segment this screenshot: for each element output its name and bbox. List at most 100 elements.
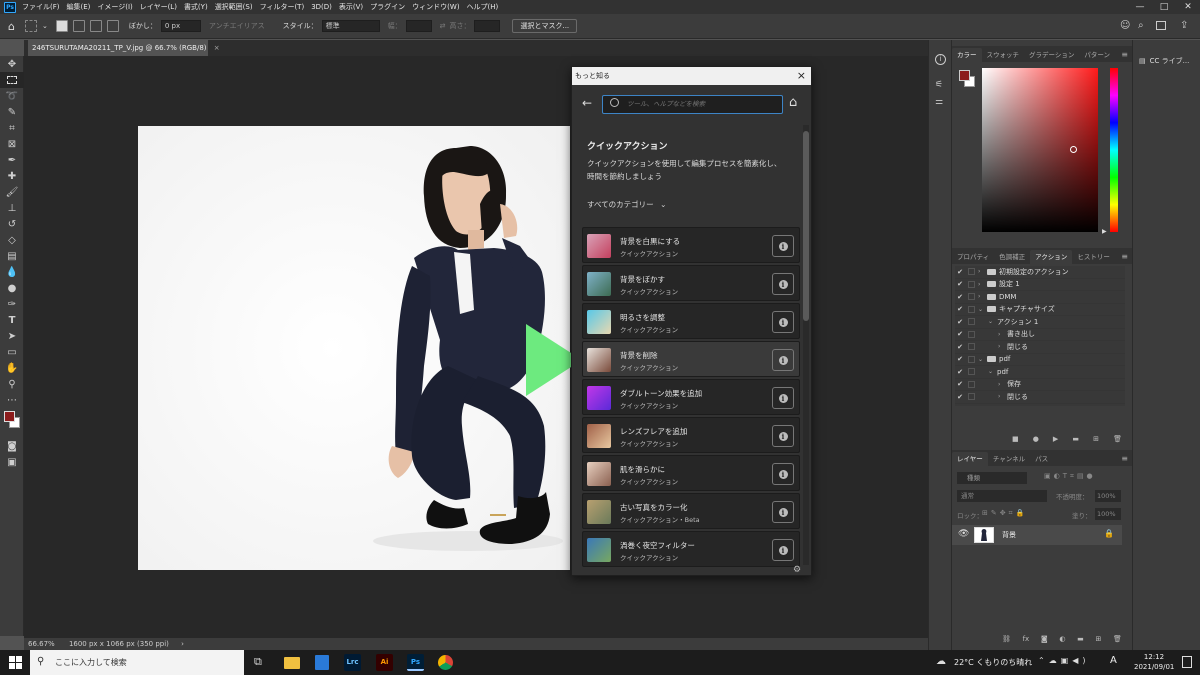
action-row[interactable]: ✔ ⌄ pdf — [955, 366, 1125, 379]
color-tab-1[interactable]: スウォッチ — [982, 48, 1025, 62]
action-tab-0[interactable]: プロパティ — [952, 250, 994, 264]
opacity-input[interactable]: 100% — [1095, 490, 1121, 502]
clone-stamp-tool-icon[interactable]: ⊥ — [0, 200, 24, 216]
chevron-down-icon[interactable]: ⌄ — [978, 356, 987, 363]
color-picker-handle[interactable] — [1070, 146, 1077, 153]
visibility-eye-icon[interactable]: 👁 — [958, 529, 969, 539]
dodge-tool-icon[interactable]: ● — [0, 280, 24, 296]
menu-item-7[interactable]: 3D(D) — [311, 3, 332, 11]
menu-item-8[interactable]: 表示(V) — [339, 2, 363, 12]
eyedropper-tool-icon[interactable]: ✒ — [0, 152, 24, 168]
dialog-toggle[interactable] — [968, 280, 975, 288]
play-icon[interactable]: ▶ — [1053, 435, 1058, 443]
close-tab-icon[interactable]: × — [214, 44, 220, 52]
file-explorer-icon[interactable] — [284, 657, 300, 669]
fill-input[interactable]: 100% — [1095, 508, 1121, 520]
quick-action-card[interactable]: 明るさを調整 クイックアクション i — [582, 303, 800, 339]
action-row[interactable]: ✔ › 閉じる — [955, 391, 1125, 404]
trash-icon[interactable]: 🗑 — [1113, 435, 1122, 443]
chevron-right-icon[interactable]: › — [998, 381, 1007, 388]
new-selection-icon[interactable] — [55, 20, 68, 32]
dialog-toggle[interactable] — [968, 293, 975, 301]
foreground-color-swatch[interactable] — [4, 411, 15, 422]
info-button[interactable]: i — [772, 273, 794, 295]
chevron-down-icon[interactable]: ⌄ — [978, 306, 987, 313]
marquee-tool-icon[interactable] — [0, 72, 24, 88]
brush-tool-icon[interactable]: 🖌 — [0, 184, 24, 200]
action-tab-1[interactable]: 色調補正 — [994, 250, 1030, 264]
minimize-button[interactable]: — — [1128, 0, 1152, 14]
action-tab-2[interactable]: アクション — [1030, 250, 1073, 264]
chevron-right-icon[interactable]: › — [998, 393, 1007, 400]
learn-icon[interactable]: i — [935, 54, 946, 65]
chevron-down-icon[interactable]: ⌄ — [42, 22, 48, 30]
quick-action-card[interactable]: 背景を白黒にする クイックアクション i — [582, 227, 800, 263]
menu-item-6[interactable]: フィルター(T) — [260, 2, 305, 12]
action-row[interactable]: ✔ › 閉じる — [955, 341, 1125, 354]
chevron-right-icon[interactable]: › — [978, 268, 987, 275]
action-row[interactable]: ✔ › 設定 1 — [955, 279, 1125, 291]
close-window-button[interactable]: ✕ — [1176, 0, 1200, 14]
menu-item-2[interactable]: イメージ(I) — [97, 2, 132, 12]
info-button[interactable]: i — [772, 425, 794, 447]
check-icon[interactable]: ✔ — [955, 318, 965, 326]
hue-slider[interactable] — [1110, 68, 1118, 232]
panel-menu-icon[interactable]: ≡ — [1121, 250, 1128, 264]
discover-search-input[interactable]: ツール、ヘルプなどを検索 — [602, 95, 783, 114]
quick-action-card[interactable]: レンズフレアを追加 クイックアクション i — [582, 417, 800, 453]
menu-item-11[interactable]: ヘルプ(H) — [467, 2, 499, 12]
dialog-toggle[interactable] — [968, 368, 975, 376]
lock-icons[interactable]: ⊞✎✥⌗🔒 — [982, 509, 1027, 518]
healing-brush-tool-icon[interactable]: ✚ — [0, 168, 24, 184]
chevron-right-icon[interactable]: › — [998, 343, 1007, 350]
quick-action-card[interactable]: ダブルトーン効果を追加 クイックアクション i — [582, 379, 800, 415]
stop-icon[interactable]: ■ — [1012, 435, 1019, 443]
layer-filter-icons[interactable]: ▣◐T⌗▤● — [1044, 472, 1096, 481]
check-icon[interactable]: ✔ — [955, 330, 965, 338]
feather-input[interactable]: 0 px — [160, 20, 201, 32]
move-tool-icon[interactable]: ✥ — [0, 56, 24, 72]
document-tab[interactable]: 246TSURUTAMA20211_TP_V.jpg @ 66.7% (RGB/… — [28, 40, 220, 56]
fx-icon[interactable]: fx — [1023, 635, 1030, 643]
info-button[interactable]: i — [772, 463, 794, 485]
layer-tab-2[interactable]: パス — [1030, 452, 1053, 466]
marquee-preset-icon[interactable] — [24, 20, 37, 32]
adjustments-icon[interactable]: ⚌ — [935, 97, 943, 107]
add-selection-icon[interactable] — [72, 20, 85, 32]
system-tray-icons[interactable]: ⌃☁▣◀) — [1038, 656, 1090, 665]
dialog-toggle[interactable] — [968, 318, 975, 326]
dialog-toggle[interactable] — [968, 380, 975, 388]
eraser-tool-icon[interactable]: ◇ — [0, 232, 24, 248]
menu-item-5[interactable]: 選択範囲(S) — [215, 2, 253, 12]
color-tab-3[interactable]: パターン — [1079, 48, 1115, 62]
workspace-icon[interactable] — [1156, 21, 1166, 30]
foreground-color-swatch[interactable] — [959, 70, 970, 81]
brush-settings-icon[interactable]: ⚟ — [935, 80, 943, 90]
new-action-icon[interactable]: ⊞ — [1093, 435, 1099, 443]
weather-text[interactable]: 22°C くもりのち晴れ — [954, 657, 1032, 668]
check-icon[interactable]: ✔ — [955, 393, 965, 401]
link-icon[interactable]: ⛓ — [1002, 635, 1011, 643]
type-tool-icon[interactable]: T — [0, 312, 24, 328]
check-icon[interactable]: ✔ — [955, 305, 965, 313]
action-row[interactable]: ✔ ⌄ pdf — [955, 354, 1125, 366]
style-select[interactable]: 標準 — [321, 20, 380, 32]
adjustment-layer-icon[interactable]: ◐ — [1059, 635, 1065, 643]
search-icon[interactable]: ⌕ — [1138, 20, 1144, 31]
select-and-mask-button[interactable]: 選択とマスク... — [512, 19, 578, 33]
menu-item-4[interactable]: 書式(Y) — [184, 2, 208, 12]
maximize-button[interactable]: □ — [1152, 0, 1176, 14]
blend-mode-select[interactable]: 通常 — [957, 490, 1047, 502]
quick-action-card[interactable]: 渦巻く夜空フィルター クイックアクション i — [582, 531, 800, 567]
settings-gear-icon[interactable]: ⚙ — [793, 565, 801, 575]
chevron-down-icon[interactable]: ⌄ — [988, 318, 997, 325]
antialias-checkbox[interactable]: アンチエイリアス — [209, 21, 265, 31]
info-button[interactable]: i — [772, 311, 794, 333]
rectangle-tool-icon[interactable]: ▭ — [0, 344, 24, 360]
swap-icon[interactable]: ⇄ — [440, 22, 446, 30]
zoom-tool-icon[interactable]: ⚲ — [0, 376, 24, 392]
action-row[interactable]: ✔ ⌄ キャプチャサイズ — [955, 304, 1125, 316]
check-icon[interactable]: ✔ — [955, 355, 965, 363]
layer-tab-0[interactable]: レイヤー — [952, 452, 988, 466]
photoshop-taskbar-icon[interactable]: Ps — [407, 654, 424, 671]
